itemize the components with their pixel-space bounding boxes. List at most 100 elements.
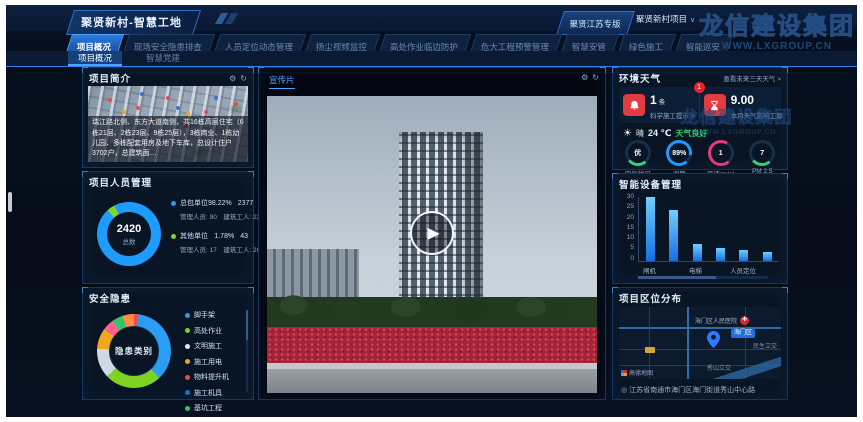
personnel-total-label: 总数 (123, 236, 136, 246)
bar (693, 244, 702, 261)
device-bar-chart: 302520 15105 0 闸机电梯 人员定位 (621, 194, 779, 275)
weather-impact-tile: 9.00 本月天气影响工期 (699, 87, 787, 123)
header-decoration (218, 13, 235, 24)
intro-text: 瑞江路北侧、东方大道南侧，共16栋高层住宅（6栋21层、2栋23层、9栋25层）… (88, 116, 248, 162)
legend-scrollbar[interactable] (246, 310, 248, 392)
header-bar: 聚贤新村-智慧工地 聚贤江苏专版 聚贤新村项目∨ (6, 5, 857, 31)
edition-button[interactable]: 聚贤江苏专版 (556, 11, 635, 35)
legend-item: 物料提升机 (185, 372, 229, 382)
personnel-title: 项目人员管理 (89, 175, 152, 189)
intro-title: 项目简介 (89, 71, 131, 85)
plot-area (638, 197, 779, 262)
hourglass-icon (704, 94, 726, 116)
marker-dots-blue (140, 92, 144, 96)
gear-icon[interactable]: ⚙ (229, 74, 236, 83)
sun-icon: ☀ (623, 128, 632, 139)
chevron-down-icon: ∨ (690, 17, 695, 24)
weather-status: 天气良好 (675, 128, 707, 139)
personnel-total: 2420 (117, 223, 141, 235)
current-weather: ☀ 晴 24 ℃ 天气良好 (623, 128, 707, 139)
legend-dot (185, 359, 190, 364)
district-road-label: 海门区 (731, 329, 755, 338)
app-title: 聚贤新村-智慧工地 (81, 14, 182, 30)
refresh-icon[interactable]: ↻ (592, 73, 599, 82)
road-number-badge (645, 347, 655, 353)
legend-item: 施工用电 (185, 357, 229, 367)
tree-line (267, 289, 597, 329)
panel-safety-hazard: 安全隐患 隐患类别 脚手架 高处作业 文明施工 施工用电 物料提升机 施工机具 … (82, 287, 254, 400)
legend-item: 施工机具 (185, 388, 229, 398)
video-thumbnail: ▶ (267, 96, 597, 393)
alarm-icon (623, 94, 645, 116)
map[interactable]: 海门区人民医院 ✚ 海门区 秀山立交 民生立交 高德地图 (619, 307, 781, 379)
alert-badge: 1 (694, 82, 705, 93)
location-pin-icon (707, 331, 720, 353)
legend-dot (171, 201, 176, 206)
bar (739, 250, 748, 261)
legend-dot (185, 328, 190, 333)
marker-dots-red (108, 98, 112, 102)
hazard-donut: 隐患类别 (97, 314, 171, 388)
subtab-project-overview[interactable]: 项目概况 (68, 51, 122, 66)
chart-scrollbar[interactable] (638, 276, 768, 279)
weather-condition: 晴 (636, 128, 644, 139)
panel-project-intro: 项目简介 ⚙ ↻ 瑞江路北侧、东方大道南侧，共16栋高层住宅（6栋21层、2栋2… (82, 67, 254, 168)
hazard-title: 安全隐患 (89, 291, 131, 305)
pin-icon: ◎ (621, 387, 627, 394)
bar (669, 210, 678, 261)
personnel-legend: 总包单位 98.22% 2377 管理人员: 90 建筑工人: 2287 其他单… (171, 198, 248, 264)
project-aerial-image: 瑞江路北侧、东方大道南侧，共16栋高层住宅（6栋21层、2栋23层、9栋25层）… (88, 86, 248, 162)
panel-video: 宣传片 ⚙ ↻ ▶ (258, 67, 606, 400)
gear-icon[interactable]: ⚙ (581, 73, 588, 82)
construction-tip-tile[interactable]: 1条 科学施工提示 > 1 (619, 87, 699, 123)
hazard-center-label: 隐患类别 (115, 345, 153, 357)
x-axis-labels: 闸机电梯 人员定位 (638, 265, 779, 275)
road (267, 369, 597, 393)
alert-label: 科学施工提示 > (650, 110, 695, 120)
temperature: 24 ℃ (648, 128, 671, 139)
bar (716, 248, 725, 261)
refresh-icon[interactable]: ↻ (240, 74, 247, 83)
weather-forecast-link[interactable]: 查看未来三天天气 > (723, 73, 781, 83)
map-label: 秀山立交 (707, 363, 731, 372)
panel-smart-devices: 智能设备管理 302520 15105 0 闸机电梯 人员定位 (612, 173, 788, 284)
hospital-marker: 海门区人民医院 ✚ (695, 316, 749, 325)
flower-bed (267, 327, 597, 363)
legend-item: 文明施工 (185, 341, 229, 351)
legend-dot (171, 234, 176, 239)
sub-tab-bar: 项目概况 智慧党建 (6, 51, 857, 67)
legend-dot (185, 375, 190, 380)
video-tab-promo[interactable]: 宣传片 (269, 74, 295, 89)
map-road (687, 307, 689, 379)
project-address: ◎江苏省南通市海门区海门街道秀山中心路 (621, 385, 783, 395)
personnel-donut: 2420 总数 (97, 202, 161, 266)
marker-dots-orange (122, 110, 126, 114)
map-attribution: 高德地图 (621, 368, 653, 377)
impact-label: 本月天气影响工期 (731, 110, 783, 120)
map-label: 民生立交 (753, 341, 777, 350)
map-title: 项目区位分布 (619, 291, 682, 305)
play-button[interactable]: ▶ (410, 211, 454, 255)
left-scrollbar-handle[interactable] (8, 192, 12, 212)
weather-title: 环境天气 (619, 71, 661, 85)
legend-item: 其他单位 1.78% 43 管理人员: 17 建筑工人: 26 (171, 231, 248, 254)
panel-weather: 环境天气 查看未来三天天气 > 1条 科学施工提示 > 1 9.00 (612, 67, 788, 170)
play-icon: ▶ (427, 223, 439, 243)
legend-item: 脚手架 (185, 310, 229, 320)
amap-logo (621, 370, 627, 376)
legend-dot (185, 344, 190, 349)
legend-item: 基坑工程 (185, 403, 229, 413)
legend-item: 总包单位 98.22% 2377 管理人员: 90 建筑工人: 2287 (171, 198, 248, 221)
hazard-legend: 脚手架 高处作业 文明施工 施工用电 物料提升机 施工机具 基坑工程 (185, 310, 229, 417)
legend-dot (185, 390, 190, 395)
legend-item: 高处作业 (185, 326, 229, 336)
hospital-cross-icon: ✚ (740, 316, 749, 325)
legend-dot (185, 313, 190, 318)
bar (646, 197, 655, 261)
bar (763, 252, 772, 261)
weather-tiles: 1条 科学施工提示 > 1 9.00 本月天气影响工期 (619, 87, 781, 123)
subtab-party-building[interactable]: 智慧党建 (136, 51, 190, 66)
panel-location-map: 项目区位分布 海门区人民医院 ✚ 海门区 秀山立交 民生立交 高德地图 ◎江苏省… (612, 287, 788, 400)
dashboard: 聚贤新村-智慧工地 聚贤江苏专版 聚贤新村项目∨ 项目概况 现场安全隐患排查 人… (6, 5, 857, 417)
project-selector[interactable]: 聚贤新村项目∨ (636, 13, 695, 25)
